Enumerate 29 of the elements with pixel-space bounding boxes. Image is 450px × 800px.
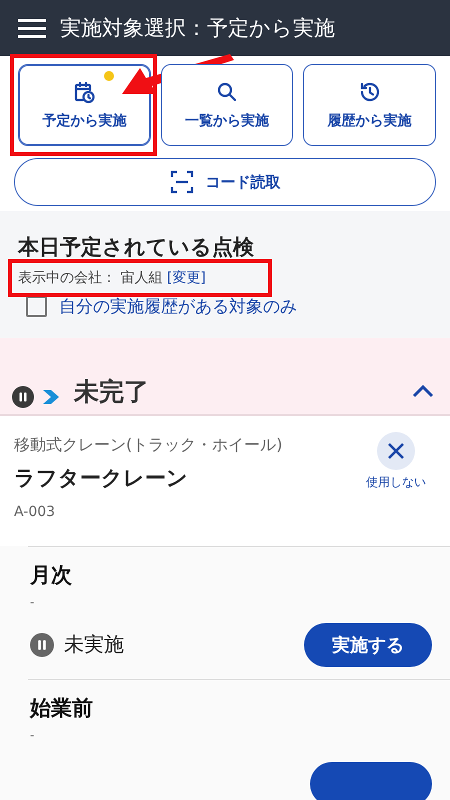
chevron-icon	[42, 389, 60, 405]
close-icon	[387, 442, 405, 460]
inspection-note: -	[30, 728, 36, 742]
status-text: 未実施	[64, 631, 125, 658]
dismiss-button[interactable]: 使用しない	[356, 432, 436, 491]
equipment-name: ラフタークレーン	[14, 464, 189, 492]
start-button[interactable]	[310, 762, 432, 800]
page-title: 実施対象選択：予定から実施	[60, 15, 335, 42]
pause-icon	[30, 632, 54, 657]
section-title: 本日予定されている点検	[18, 234, 255, 261]
mode-button[interactable]: 予定から実施	[18, 64, 151, 146]
inspection-note: -	[30, 594, 36, 609]
inspection-title: 始業前	[30, 694, 94, 722]
checkbox[interactable]	[26, 296, 47, 317]
filter-label[interactable]: 自分の実施履歴がある対象のみ	[59, 295, 297, 318]
equipment-code: A-003	[14, 504, 56, 520]
change-link[interactable]: [変更]	[166, 270, 206, 286]
mode-button[interactable]: 履歴から実施	[303, 64, 436, 146]
calendar-clock-icon	[72, 80, 96, 104]
start-button[interactable]: 実施する	[304, 622, 432, 667]
inspection-title: 月次	[30, 562, 73, 589]
scan-icon	[170, 170, 194, 194]
company-text: 表示中の会社： 宙人組	[18, 270, 164, 286]
menu-icon[interactable]	[18, 18, 46, 38]
pause-icon	[12, 386, 34, 408]
scan-code-button[interactable]: コード読取	[14, 158, 436, 206]
equipment-category: 移動式クレーン(トラック・ホイール)	[14, 434, 284, 456]
collapse-icon[interactable]	[412, 384, 434, 398]
group-title: 未完了	[72, 376, 150, 408]
